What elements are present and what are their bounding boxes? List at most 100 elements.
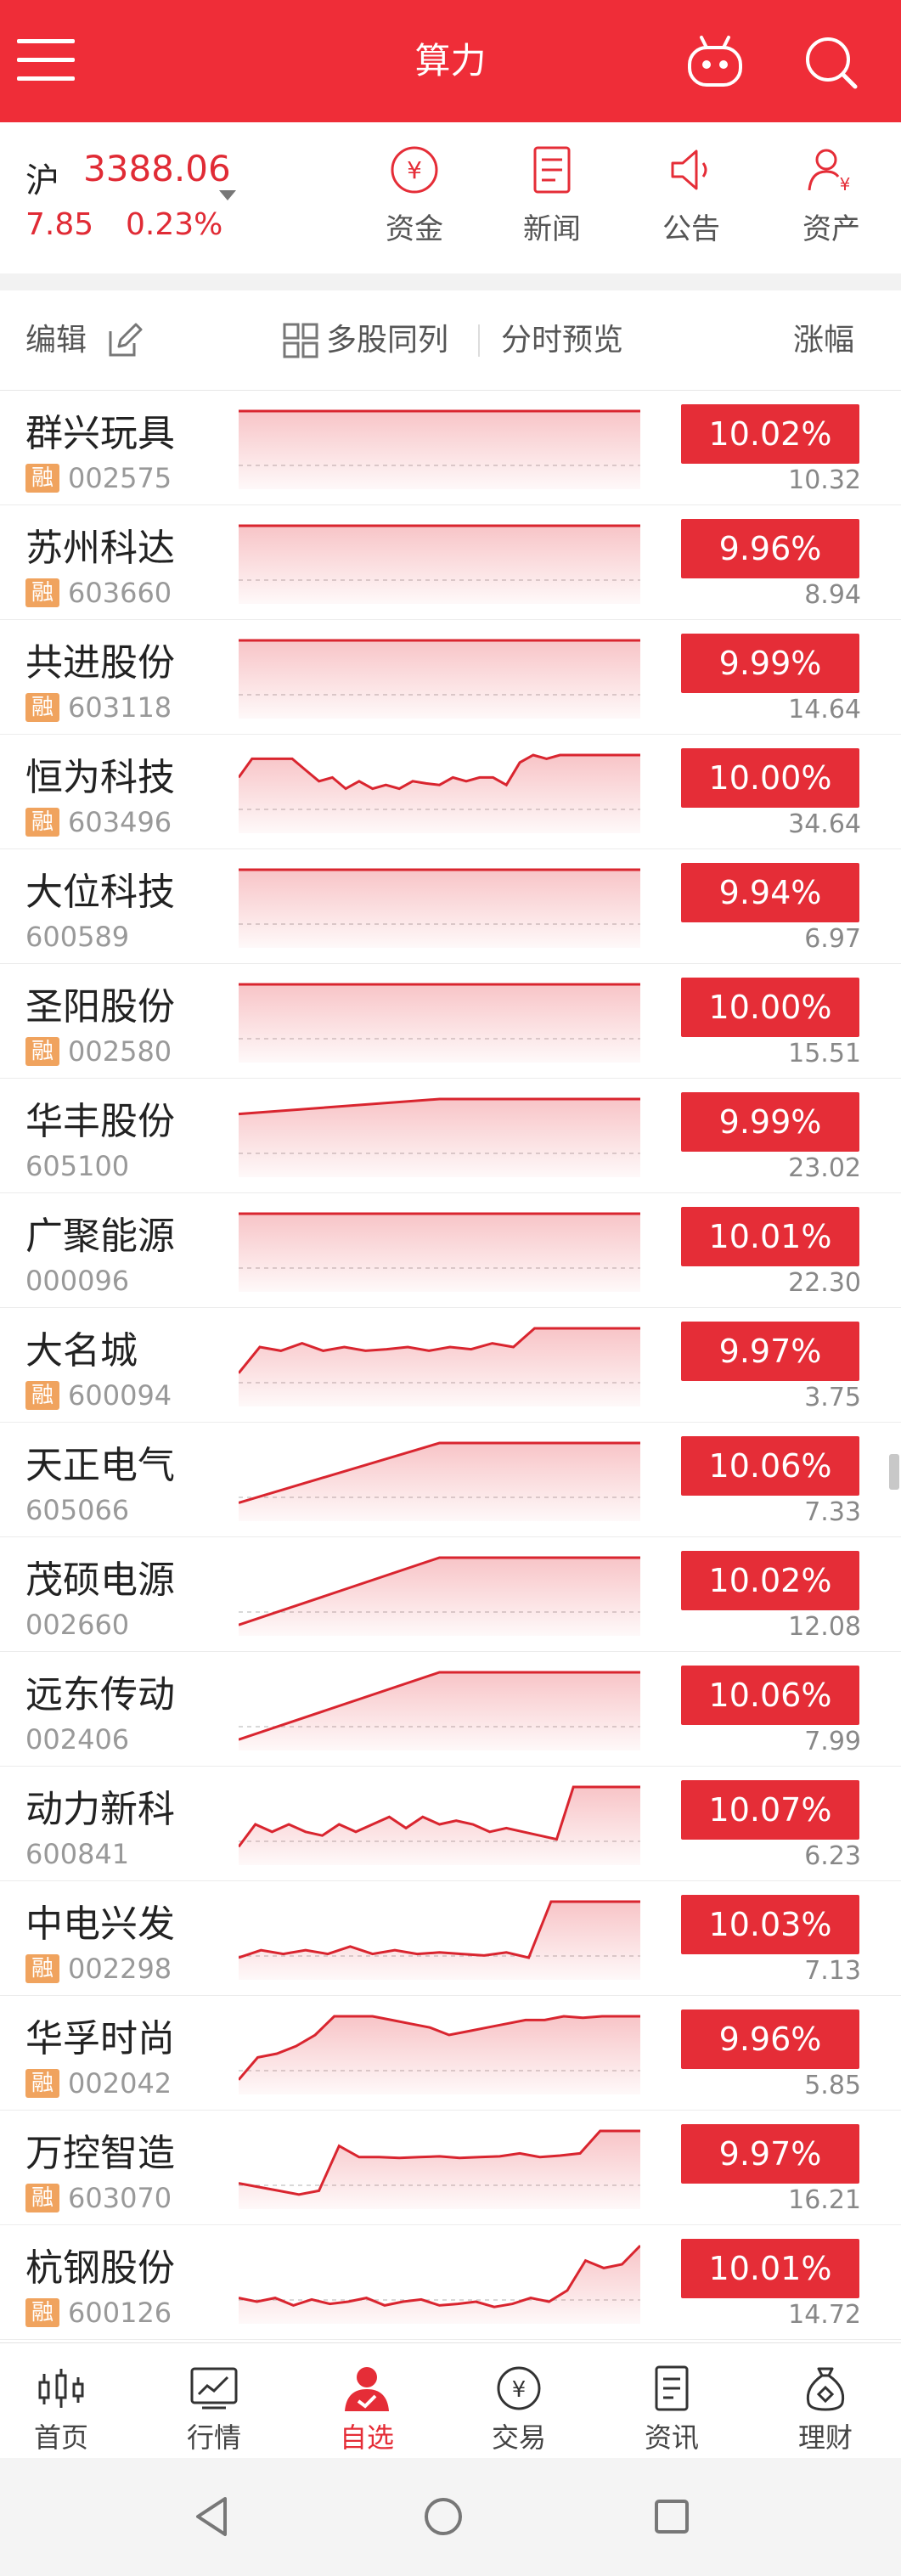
intraday-sparkline	[239, 1097, 640, 1177]
stock-price: 22.30	[788, 1268, 861, 1298]
stock-list: 群兴玩具融 002575 10.02% 10.32 苏州科达融 603660 9.96% 8.…	[0, 391, 901, 2340]
stock-row[interactable]: 大名城融 600094 9.97% 3.75	[0, 1308, 901, 1423]
stock-row[interactable]: 万控智造融 603070 9.97% 16.21	[0, 2111, 901, 2225]
stock-row[interactable]: 圣阳股份融 002580 10.00% 15.51	[0, 964, 901, 1079]
change-pct-badge[interactable]: 9.94%	[681, 863, 859, 922]
stock-code: 600094	[68, 1379, 172, 1412]
stock-row[interactable]: 大位科技 600589 9.94% 6.97	[0, 849, 901, 964]
stock-row[interactable]: 茂硕电源 002660 10.02% 12.08	[0, 1537, 901, 1652]
system-nav-bar	[0, 2458, 901, 2576]
quick-action-label: 新闻	[523, 212, 581, 246]
nav-market[interactable]: 行情	[155, 2343, 273, 2459]
change-pct-badge[interactable]: 10.02%	[681, 404, 859, 464]
list-toolbar: 编辑 多股同列 分时预览 涨幅	[0, 290, 901, 391]
svg-text:¥: ¥	[407, 156, 422, 184]
quick-action-assets[interactable]: ¥ 资产	[785, 144, 878, 255]
back-triangle-icon[interactable]	[193, 2495, 230, 2538]
nav-label: 交易	[491, 2421, 546, 2454]
grid-icon[interactable]	[283, 323, 318, 358]
sparkline-area	[239, 1672, 640, 1750]
stock-row[interactable]: 远东传动 002406 10.06% 7.99	[0, 1652, 901, 1767]
change-pct-badge[interactable]: 10.01%	[681, 1207, 859, 1266]
stock-price: 14.72	[788, 2300, 861, 2330]
stock-code: 603070	[68, 2182, 172, 2214]
news-icon	[533, 146, 571, 194]
change-pct-badge[interactable]: 10.06%	[681, 1436, 859, 1496]
sort-by-change-button[interactable]: 涨幅	[793, 290, 854, 391]
change-pct-badge[interactable]: 9.97%	[681, 1322, 859, 1381]
change-pct-badge[interactable]: 10.07%	[681, 1780, 859, 1840]
multi-stock-button[interactable]: 多股同列	[326, 290, 448, 391]
stock-name: 大位科技	[25, 871, 175, 914]
nav-watchlist[interactable]: 自选	[307, 2343, 426, 2459]
stock-name: 茂硕电源	[25, 1559, 175, 1602]
intraday-sparkline	[239, 2129, 640, 2209]
change-pct-badge[interactable]: 9.99%	[681, 1092, 859, 1152]
intraday-sparkline	[239, 753, 640, 833]
home-circle-icon[interactable]	[422, 2495, 465, 2538]
stock-row[interactable]: 苏州科达融 603660 9.96% 8.94	[0, 505, 901, 620]
stock-price: 6.97	[804, 924, 861, 954]
stock-name: 共进股份	[25, 641, 175, 685]
quick-action-announcements[interactable]: 公告	[645, 144, 738, 255]
edit-button[interactable]: 编辑	[25, 290, 87, 391]
stock-price: 7.13	[804, 1956, 861, 1986]
user-asset-icon: ¥	[808, 149, 850, 194]
stock-row[interactable]: 天正电气 605066 10.06% 7.33	[0, 1423, 901, 1537]
stock-row[interactable]: 动力新科 600841 10.07% 6.23	[0, 1767, 901, 1881]
nav-news[interactable]: 资讯	[612, 2343, 731, 2459]
change-pct-badge[interactable]: 10.00%	[681, 748, 859, 808]
chart-line-icon	[190, 2367, 238, 2410]
change-pct-badge[interactable]: 9.96%	[681, 2010, 859, 2069]
search-icon[interactable]	[802, 34, 859, 90]
stock-code: 002406	[25, 1723, 130, 1756]
sparkline-area	[239, 640, 640, 719]
change-pct-badge[interactable]: 9.96%	[681, 519, 859, 578]
scrollbar[interactable]	[889, 1454, 899, 1490]
stock-row[interactable]: 中电兴发融 002298 10.03% 7.13	[0, 1881, 901, 1996]
stock-price: 7.99	[804, 1727, 861, 1756]
stock-row[interactable]: 杭钢股份融 600126 10.01% 14.72	[0, 2225, 901, 2340]
change-pct-badge[interactable]: 9.99%	[681, 634, 859, 693]
stock-name: 恒为科技	[25, 756, 175, 799]
page-title: 算力	[414, 40, 487, 82]
stock-row[interactable]: 华孚时尚融 002042 9.96% 5.85	[0, 1996, 901, 2111]
margin-badge: 融	[25, 464, 59, 493]
nav-trade[interactable]: ¥ 交易	[459, 2343, 578, 2459]
change-pct-badge[interactable]: 9.97%	[681, 2124, 859, 2184]
change-pct-badge[interactable]: 10.06%	[681, 1666, 859, 1725]
edit-label: 编辑	[25, 323, 87, 358]
stock-row[interactable]: 共进股份融 603118 9.99% 14.64	[0, 620, 901, 735]
stock-row[interactable]: 广聚能源 000096 10.01% 22.30	[0, 1193, 901, 1308]
quick-action-funds[interactable]: ¥ 资金	[368, 144, 461, 255]
change-pct-badge[interactable]: 10.01%	[681, 2239, 859, 2298]
change-pct-badge[interactable]: 10.03%	[681, 1895, 859, 1954]
quick-action-label: 资金	[386, 212, 443, 246]
intraday-sparkline	[239, 868, 640, 948]
nav-wealth[interactable]: 理财	[766, 2343, 885, 2459]
chevron-down-icon[interactable]	[219, 190, 236, 200]
edit-icon[interactable]	[105, 321, 144, 360]
stock-row[interactable]: 华丰股份 605100 9.99% 23.02	[0, 1079, 901, 1193]
index-summary[interactable]: 沪 3388.06 7.85 0.23% ¥ 资金 新闻 公告 ¥ 资产	[0, 122, 901, 273]
quick-action-news[interactable]: 新闻	[505, 144, 599, 255]
recent-square-icon[interactable]	[652, 2497, 691, 2536]
robot-icon[interactable]	[684, 32, 746, 90]
nav-label: 首页	[33, 2421, 88, 2454]
document-icon	[655, 2365, 689, 2411]
change-pct-badge[interactable]: 10.00%	[681, 978, 859, 1037]
intraday-sparkline	[239, 2244, 640, 2324]
intraday-sparkline	[239, 639, 640, 719]
margin-badge: 融	[25, 2298, 59, 2327]
quick-action-label: 资产	[802, 212, 860, 246]
nav-home[interactable]: 首页	[2, 2343, 121, 2459]
stock-name: 华孚时尚	[25, 2017, 175, 2060]
intraday-preview-button[interactable]: 分时预览	[501, 290, 623, 391]
stock-name: 中电兴发	[25, 1902, 175, 1946]
stock-row[interactable]: 群兴玩具融 002575 10.02% 10.32	[0, 391, 901, 505]
change-pct-badge[interactable]: 10.02%	[681, 1551, 859, 1610]
stock-row[interactable]: 恒为科技融 603496 10.00% 34.64	[0, 735, 901, 849]
stock-price: 8.94	[804, 580, 861, 610]
stock-name: 苏州科达	[25, 527, 175, 570]
intraday-sparkline	[239, 983, 640, 1063]
